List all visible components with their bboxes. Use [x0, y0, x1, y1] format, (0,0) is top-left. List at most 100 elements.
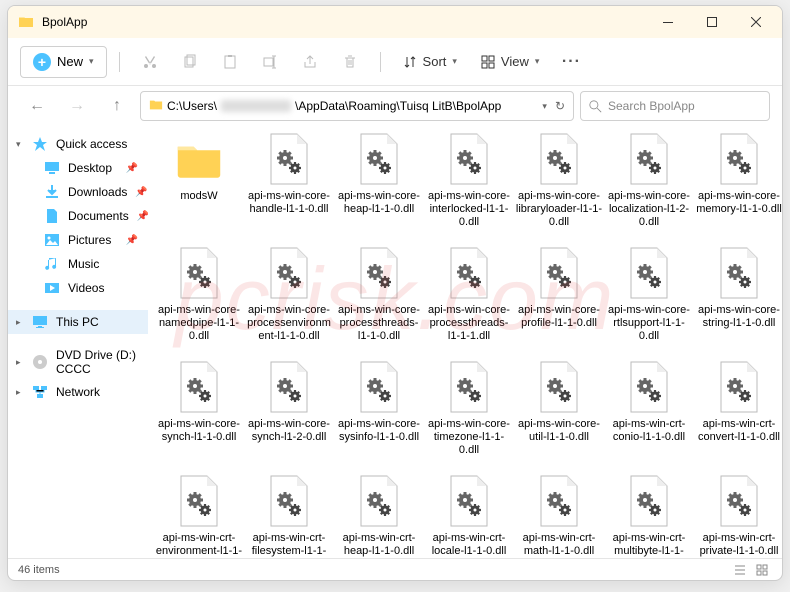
file-label: api-ms-win-core-namedpipe-l1-1-0.dll [155, 304, 243, 344]
up-button[interactable]: ↑ [100, 90, 134, 122]
pc-icon [32, 314, 48, 330]
icons-view-button[interactable] [752, 562, 772, 578]
more-button[interactable]: ··· [553, 46, 589, 78]
new-label: New [57, 54, 83, 69]
pin-icon: 📌 [135, 187, 147, 198]
back-button[interactable]: ← [20, 90, 54, 122]
file-label: api-ms-win-core-timezone-l1-1-0.dll [425, 418, 513, 458]
file-item[interactable]: api-ms-win-crt-multibyte-l1-1-0.dll [606, 472, 692, 558]
view-icon [481, 55, 495, 69]
chevron-down-icon[interactable]: ▾ [542, 101, 547, 112]
sidebar-item-pictures[interactable]: Pictures📌 [8, 228, 148, 252]
window-title: BpolApp [42, 15, 646, 29]
file-item[interactable]: api-ms-win-crt-filesystem-l1-1-0.dll [246, 472, 332, 558]
file-grid: modsWapi-ms-win-core-handle-l1-1-0.dllap… [156, 130, 774, 558]
file-item[interactable]: api-ms-win-core-timezone-l1-1-0.dll [426, 358, 512, 460]
sidebar-item-documents[interactable]: Documents📌 [8, 204, 148, 228]
file-item[interactable]: api-ms-win-core-processthreads-l1-1-0.dl… [336, 244, 422, 346]
sort-button[interactable]: Sort ▾ [393, 48, 467, 75]
sidebar-item-music[interactable]: Music [8, 252, 148, 276]
file-item[interactable]: api-ms-win-crt-conio-l1-1-0.dll [606, 358, 692, 460]
file-item[interactable]: api-ms-win-crt-locale-l1-1-0.dll [426, 472, 512, 558]
sidebar-item-label: Music [68, 257, 99, 271]
dll-file-icon [176, 360, 222, 416]
sidebar-item-label: Pictures [68, 233, 111, 247]
dll-file-icon [536, 474, 582, 530]
sidebar-item-network[interactable]: ▸ Network [8, 380, 148, 404]
file-item[interactable]: api-ms-win-crt-math-l1-1-0.dll [516, 472, 602, 558]
file-label: api-ms-win-crt-heap-l1-1-0.dll [335, 532, 423, 558]
file-item[interactable]: api-ms-win-crt-private-l1-1-0.dll [696, 472, 782, 558]
dll-file-icon [356, 132, 402, 188]
details-view-button[interactable] [730, 562, 750, 578]
file-item[interactable]: api-ms-win-core-interlocked-l1-1-0.dll [426, 130, 512, 232]
close-button[interactable] [734, 6, 778, 38]
address-input[interactable]: C:\Users\ \AppData\Roaming\Tuisq LitB\Bp… [140, 91, 574, 121]
address-bar: ← → ↑ C:\Users\ \AppData\Roaming\Tuisq L… [8, 86, 782, 126]
sidebar-item-desktop[interactable]: Desktop📌 [8, 156, 148, 180]
file-item[interactable]: api-ms-win-core-sysinfo-l1-1-0.dll [336, 358, 422, 460]
dll-file-icon [266, 132, 312, 188]
dll-file-icon [716, 132, 762, 188]
view-button[interactable]: View ▾ [471, 48, 549, 75]
file-item[interactable]: api-ms-win-core-memory-l1-1-0.dll [696, 130, 782, 232]
new-button[interactable]: + New ▾ [20, 46, 107, 78]
chevron-icon[interactable]: ▸ [16, 357, 21, 368]
dll-file-icon [356, 360, 402, 416]
file-item[interactable]: api-ms-win-core-util-l1-1-0.dll [516, 358, 602, 460]
file-item[interactable]: api-ms-win-core-libraryloader-l1-1-0.dll [516, 130, 602, 232]
dll-file-icon [446, 246, 492, 302]
delete-button[interactable] [332, 46, 368, 78]
file-item[interactable]: api-ms-win-crt-heap-l1-1-0.dll [336, 472, 422, 558]
file-item[interactable]: api-ms-win-core-processenvironment-l1-1-… [246, 244, 332, 346]
file-item[interactable]: api-ms-win-core-namedpipe-l1-1-0.dll [156, 244, 242, 346]
file-item[interactable]: api-ms-win-core-string-l1-1-0.dll [696, 244, 782, 346]
video-icon [44, 280, 60, 296]
pin-icon: 📌 [126, 163, 138, 174]
file-item[interactable]: api-ms-win-core-synch-l1-2-0.dll [246, 358, 332, 460]
sidebar-item-this-pc[interactable]: ▸This PC [8, 310, 148, 334]
file-item[interactable]: api-ms-win-core-localization-l1-2-0.dll [606, 130, 692, 232]
dll-file-icon [716, 474, 762, 530]
chevron-icon[interactable]: ▸ [16, 317, 21, 328]
dll-file-icon [536, 246, 582, 302]
maximize-button[interactable] [690, 6, 734, 38]
file-label: modsW [155, 190, 243, 230]
sidebar-item-label: Network [56, 385, 100, 399]
file-item[interactable]: api-ms-win-core-rtlsupport-l1-1-0.dll [606, 244, 692, 346]
sidebar-item-downloads[interactable]: Downloads📌 [8, 180, 148, 204]
refresh-button[interactable]: ↻ [555, 99, 565, 113]
sidebar-item-quick-access[interactable]: ▾Quick access [8, 132, 148, 156]
file-item[interactable]: api-ms-win-core-processthreads-l1-1-1.dl… [426, 244, 512, 346]
file-item[interactable]: api-ms-win-crt-convert-l1-1-0.dll [696, 358, 782, 460]
status-bar: 46 items [8, 558, 782, 580]
content-area[interactable]: modsWapi-ms-win-core-handle-l1-1-0.dllap… [148, 126, 782, 558]
file-item[interactable]: api-ms-win-crt-environment-l1-1-0.dll [156, 472, 242, 558]
file-label: api-ms-win-core-heap-l1-1-0.dll [335, 190, 423, 230]
file-item[interactable]: api-ms-win-core-handle-l1-1-0.dll [246, 130, 332, 232]
divider [119, 52, 120, 72]
search-icon [589, 100, 602, 113]
sidebar-item-dvd-drive[interactable]: ▸DVD Drive (D:) CCCC [8, 344, 148, 380]
file-item[interactable]: api-ms-win-core-profile-l1-1-0.dll [516, 244, 602, 346]
desktop-icon [44, 160, 60, 176]
dll-file-icon [176, 474, 222, 530]
file-label: api-ms-win-crt-locale-l1-1-0.dll [425, 532, 513, 558]
forward-button[interactable]: → [60, 90, 94, 122]
search-input[interactable]: Search BpolApp [580, 91, 770, 121]
paste-button[interactable] [212, 46, 248, 78]
rename-button[interactable] [252, 46, 288, 78]
chevron-icon[interactable]: ▾ [16, 139, 21, 150]
cut-button[interactable] [132, 46, 168, 78]
chevron-icon[interactable]: ▸ [16, 387, 21, 398]
view-label: View [501, 54, 529, 69]
dll-file-icon [536, 132, 582, 188]
folder-item[interactable]: modsW [156, 130, 242, 232]
file-item[interactable]: api-ms-win-core-synch-l1-1-0.dll [156, 358, 242, 460]
sidebar-item-videos[interactable]: Videos [8, 276, 148, 300]
minimize-button[interactable] [646, 6, 690, 38]
share-button[interactable] [292, 46, 328, 78]
file-item[interactable]: api-ms-win-core-heap-l1-1-0.dll [336, 130, 422, 232]
file-label: api-ms-win-core-string-l1-1-0.dll [695, 304, 782, 344]
copy-button[interactable] [172, 46, 208, 78]
